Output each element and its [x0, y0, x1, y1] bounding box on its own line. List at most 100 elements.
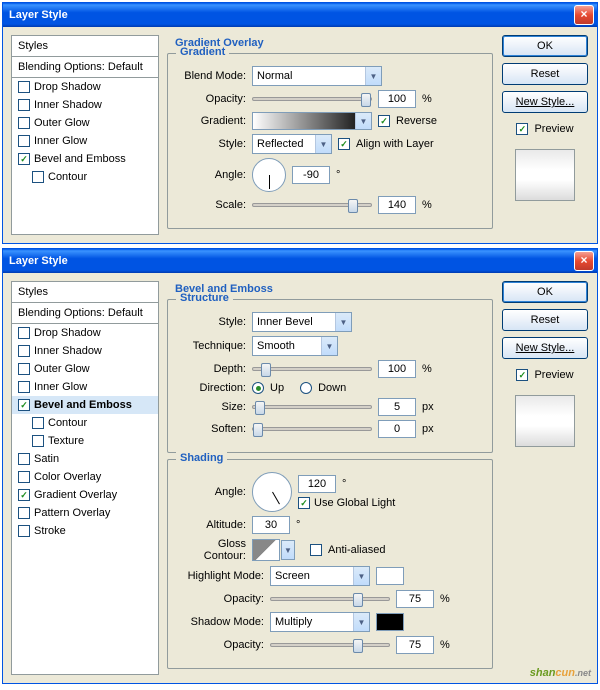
blend-mode-select[interactable]: Normal▼ [252, 66, 382, 86]
bevel-style-select[interactable]: Inner Bevel▼ [252, 312, 352, 332]
shading-angle-input[interactable]: 120 [298, 475, 336, 493]
style-checkbox[interactable] [18, 135, 30, 147]
style-item[interactable]: Contour [12, 168, 158, 186]
highlight-mode-select[interactable]: Screen▼ [270, 566, 370, 586]
style-checkbox[interactable] [18, 117, 30, 129]
shading-angle-dial[interactable] [252, 472, 292, 512]
style-checkbox[interactable] [18, 153, 30, 165]
highlight-opacity-slider[interactable] [270, 597, 390, 601]
altitude-input[interactable]: 30 [252, 516, 290, 534]
style-checkbox[interactable] [18, 81, 30, 93]
style-item[interactable]: Drop Shadow [12, 78, 158, 96]
soften-slider[interactable] [252, 427, 372, 431]
highlight-opacity-input[interactable]: 75 [396, 590, 434, 608]
shadow-opacity-slider[interactable] [270, 643, 390, 647]
depth-input[interactable]: 100 [378, 360, 416, 378]
new-style-button[interactable]: New Style... [502, 337, 588, 359]
chevron-down-icon: ▼ [281, 540, 295, 560]
angle-input[interactable]: -90 [292, 166, 330, 184]
gloss-contour-picker[interactable]: ▼ [252, 539, 280, 561]
watermark: shancun.net [530, 663, 591, 681]
soften-input[interactable]: 0 [378, 420, 416, 438]
style-item[interactable]: Pattern Overlay [12, 504, 158, 522]
style-checkbox[interactable] [18, 453, 30, 465]
scale-input[interactable]: 140 [378, 196, 416, 214]
preview-checkbox[interactable] [516, 123, 528, 135]
style-item[interactable]: Gradient Overlay [12, 486, 158, 504]
close-icon[interactable]: × [574, 251, 594, 271]
new-style-button[interactable]: New Style... [502, 91, 588, 113]
styles-header[interactable]: Styles [12, 36, 158, 57]
style-checkbox[interactable] [18, 399, 30, 411]
reset-button[interactable]: Reset [502, 63, 588, 85]
chevron-down-icon: ▼ [315, 135, 331, 153]
style-item[interactable]: Outer Glow [12, 114, 158, 132]
window-title: Layer Style [9, 9, 68, 21]
style-item[interactable]: Bevel and Emboss [12, 396, 158, 414]
depth-slider[interactable] [252, 367, 372, 371]
button-column: OK Reset New Style... Preview [501, 35, 589, 235]
chevron-down-icon: ▼ [365, 67, 381, 85]
style-select[interactable]: Reflected▼ [252, 134, 332, 154]
style-item[interactable]: Inner Shadow [12, 96, 158, 114]
anti-aliased-checkbox[interactable] [310, 544, 322, 556]
chevron-down-icon: ▼ [353, 613, 369, 631]
direction-down-radio[interactable] [300, 382, 312, 394]
style-item[interactable]: Texture [12, 432, 158, 450]
opacity-slider[interactable] [252, 97, 372, 101]
technique-select[interactable]: Smooth▼ [252, 336, 338, 356]
align-checkbox[interactable] [338, 138, 350, 150]
style-item[interactable]: Bevel and Emboss [12, 150, 158, 168]
preview-swatch [515, 395, 575, 447]
style-checkbox[interactable] [18, 345, 30, 357]
style-checkbox[interactable] [18, 327, 30, 339]
shadow-opacity-input[interactable]: 75 [396, 636, 434, 654]
style-item[interactable]: Contour [12, 414, 158, 432]
reverse-checkbox[interactable] [378, 115, 390, 127]
gradient-group: Gradient Blend Mode: Normal▼ Opacity: 10… [167, 53, 493, 229]
titlebar: Layer Style × [3, 249, 597, 273]
style-item[interactable]: Inner Glow [12, 378, 158, 396]
chevron-down-icon: ▼ [321, 337, 337, 355]
size-input[interactable]: 5 [378, 398, 416, 416]
style-item[interactable]: Color Overlay [12, 468, 158, 486]
style-checkbox[interactable] [18, 525, 30, 537]
style-item[interactable]: Drop Shadow [12, 324, 158, 342]
style-checkbox[interactable] [18, 363, 30, 375]
preview-checkbox[interactable] [516, 369, 528, 381]
style-checkbox[interactable] [18, 99, 30, 111]
highlight-color-swatch[interactable] [376, 567, 404, 585]
style-checkbox[interactable] [18, 489, 30, 501]
styles-list: Styles Blending Options: Default Drop Sh… [11, 281, 159, 675]
opacity-input[interactable]: 100 [378, 90, 416, 108]
style-checkbox[interactable] [18, 507, 30, 519]
shadow-color-swatch[interactable] [376, 613, 404, 631]
style-checkbox[interactable] [32, 171, 44, 183]
style-item[interactable]: Inner Shadow [12, 342, 158, 360]
close-icon[interactable]: × [574, 5, 594, 25]
reset-button[interactable]: Reset [502, 309, 588, 331]
scale-slider[interactable] [252, 203, 372, 207]
styles-header[interactable]: Styles [12, 282, 158, 303]
blending-options[interactable]: Blending Options: Default [12, 57, 158, 78]
chevron-down-icon: ▼ [355, 113, 371, 129]
style-item[interactable]: Stroke [12, 522, 158, 540]
style-checkbox[interactable] [18, 471, 30, 483]
style-checkbox[interactable] [18, 381, 30, 393]
chevron-down-icon: ▼ [335, 313, 351, 331]
style-item[interactable]: Inner Glow [12, 132, 158, 150]
style-checkbox[interactable] [32, 435, 44, 447]
global-light-checkbox[interactable] [298, 497, 310, 509]
gradient-picker[interactable]: ▼ [252, 112, 372, 130]
direction-up-radio[interactable] [252, 382, 264, 394]
style-item[interactable]: Outer Glow [12, 360, 158, 378]
size-slider[interactable] [252, 405, 372, 409]
style-item[interactable]: Satin [12, 450, 158, 468]
shadow-mode-select[interactable]: Multiply▼ [270, 612, 370, 632]
angle-dial[interactable] [252, 158, 286, 192]
titlebar: Layer Style × [3, 3, 597, 27]
blending-options[interactable]: Blending Options: Default [12, 303, 158, 324]
ok-button[interactable]: OK [502, 35, 588, 57]
ok-button[interactable]: OK [502, 281, 588, 303]
style-checkbox[interactable] [32, 417, 44, 429]
